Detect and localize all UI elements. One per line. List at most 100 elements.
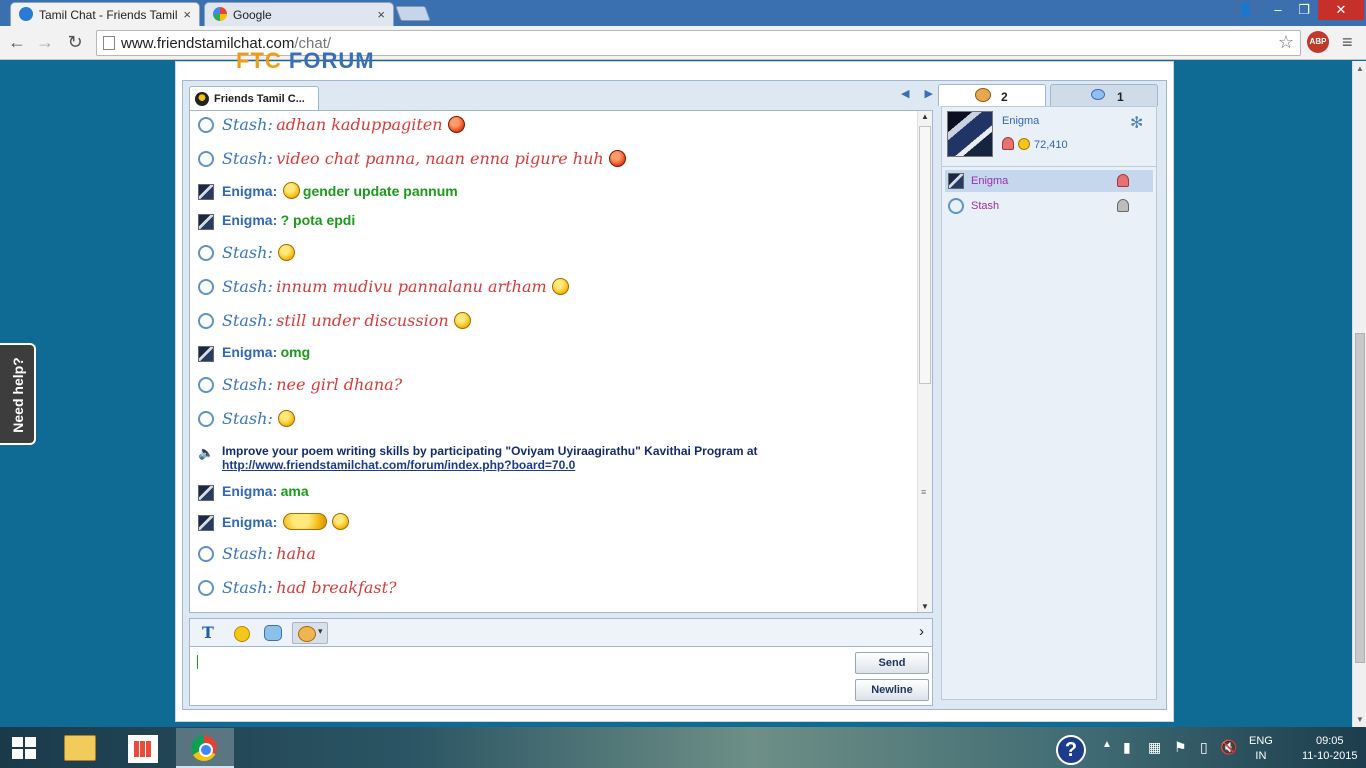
input-language[interactable]: ENG IN: [1249, 734, 1273, 764]
chrome-menu-icon[interactable]: ≡: [1342, 32, 1353, 53]
message-sender[interactable]: Enigma:: [222, 483, 277, 499]
scrollbar-thumb[interactable]: [1355, 333, 1365, 663]
message-sender[interactable]: Stash:: [222, 544, 273, 563]
reload-icon[interactable]: ↻: [64, 32, 86, 53]
send-button[interactable]: Send: [855, 652, 929, 674]
browser-tab-google[interactable]: Google ×: [204, 2, 394, 26]
message-sender[interactable]: Stash:: [222, 375, 273, 394]
action-center-icon[interactable]: ▦: [1148, 739, 1161, 756]
site-frame: FTC FORUM Friends Tamil C... ◀ ▶ Stash: …: [175, 48, 1174, 722]
user-profile-icon[interactable]: 👤: [1232, 0, 1260, 20]
adblock-plus-icon[interactable]: ABP: [1307, 31, 1329, 53]
coins-icon: [1018, 138, 1030, 150]
announcement-link[interactable]: http://www.friendstamilchat.com/forum/in…: [222, 458, 758, 472]
users-icon: [975, 88, 991, 102]
message-sender[interactable]: Stash:: [222, 277, 273, 296]
emoticon-icon[interactable]: [234, 626, 250, 642]
gear-icon[interactable]: ✻: [1130, 113, 1143, 133]
new-tab-button[interactable]: [395, 6, 431, 21]
bookmark-star-icon[interactable]: ☆: [1278, 32, 1294, 53]
stash-avatar-icon[interactable]: [198, 279, 214, 295]
message-sender[interactable]: Enigma:: [222, 344, 277, 360]
user-row-enigma[interactable]: Enigma: [945, 170, 1153, 192]
stash-avatar-icon[interactable]: [198, 377, 214, 393]
emoticon-icon: [453, 312, 471, 329]
stash-avatar-icon[interactable]: [198, 313, 214, 329]
tab-title: Tamil Chat - Friends Tamil: [39, 8, 178, 22]
female-gender-icon: [1117, 174, 1129, 187]
close-window-button[interactable]: ✕: [1318, 0, 1364, 20]
scroll-down-arrow-icon[interactable]: ▼: [1356, 715, 1364, 724]
message-body: Stash:: [222, 243, 296, 262]
avatar[interactable]: [947, 111, 993, 157]
gift-icon[interactable]: [264, 625, 282, 641]
tab-users[interactable]: 2: [938, 84, 1046, 106]
network-signal-icon[interactable]: ▮: [1123, 739, 1131, 756]
enigma-avatar-icon[interactable]: [198, 184, 214, 200]
emoticon-icon: [282, 182, 300, 199]
show-hidden-icons-chevron-icon[interactable]: ▲: [1102, 739, 1112, 750]
message-sender[interactable]: Stash:: [222, 243, 273, 262]
message-sender[interactable]: Stash:: [222, 149, 273, 168]
tab-scroll-arrows[interactable]: ◀ ▶: [901, 87, 939, 100]
enigma-avatar-icon[interactable]: [198, 346, 214, 362]
message-sender[interactable]: Stash:: [222, 311, 273, 330]
forward-arrow-icon[interactable]: →: [34, 32, 56, 53]
windows-start-icon[interactable]: [12, 737, 36, 759]
emoticon-icon: [278, 410, 296, 427]
user-name: Enigma: [971, 175, 1009, 187]
room-tab-label: Friends Tamil C...: [214, 93, 305, 105]
scroll-down-arrow-icon[interactable]: ▼: [921, 602, 929, 611]
help-icon[interactable]: ?: [1056, 735, 1086, 765]
enigma-avatar-icon[interactable]: [198, 214, 214, 230]
tab-title: Google: [233, 8, 272, 22]
message-sender[interactable]: Enigma:: [222, 514, 277, 530]
scroll-up-arrow-icon[interactable]: ▲: [1356, 64, 1364, 73]
maximize-button[interactable]: ❐: [1290, 0, 1318, 20]
message-text: gender update pannum: [302, 183, 458, 199]
flag-icon[interactable]: ⚑: [1174, 739, 1187, 756]
page-scrollbar[interactable]: ▲ ▼: [1352, 61, 1366, 727]
stash-avatar-icon[interactable]: [198, 117, 214, 133]
stash-avatar-icon[interactable]: [198, 580, 214, 596]
message-scrollbar[interactable]: ▲ ≡ ▼: [917, 111, 932, 612]
battery-icon[interactable]: ▯: [1200, 739, 1208, 756]
message-text: omg: [280, 344, 311, 360]
back-arrow-icon[interactable]: ←: [6, 32, 28, 53]
system-clock[interactable]: 09:05 11-10-2015: [1302, 734, 1357, 764]
chrome-taskbar-icon[interactable]: [176, 728, 234, 768]
file-explorer-icon[interactable]: [64, 735, 96, 761]
store-icon[interactable]: [128, 735, 158, 763]
chevron-right-icon[interactable]: ›: [919, 623, 924, 643]
volume-muted-icon[interactable]: 🔇: [1220, 739, 1237, 756]
enigma-avatar-icon[interactable]: [198, 515, 214, 531]
scroll-up-arrow-icon[interactable]: ▲: [921, 112, 929, 121]
message-list[interactable]: Stash: adhan kaduppagiten Stash: video c…: [189, 110, 933, 613]
message-sender[interactable]: Enigma:: [222, 212, 277, 228]
scrollbar-thumb[interactable]: [919, 126, 931, 384]
user-row-stash[interactable]: Stash: [945, 195, 1153, 217]
stash-avatar-icon[interactable]: [198, 546, 214, 562]
message-sender[interactable]: Stash:: [222, 115, 273, 134]
tab-private-chats[interactable]: 1: [1050, 84, 1158, 106]
room-tab-friends-tamil[interactable]: Friends Tamil C...: [189, 86, 319, 110]
enigma-avatar-icon[interactable]: [198, 485, 214, 501]
tab-close-icon[interactable]: ×: [183, 7, 191, 22]
message-sender[interactable]: Stash:: [222, 409, 273, 428]
stash-avatar-icon[interactable]: [198, 411, 214, 427]
more-emoticons-dropdown[interactable]: [292, 622, 328, 644]
online-user-list: Enigma Stash: [941, 166, 1157, 700]
tab-close-icon[interactable]: ×: [377, 7, 385, 22]
stash-avatar-icon[interactable]: [198, 245, 214, 261]
text-format-icon[interactable]: T: [202, 623, 214, 643]
need-help-button[interactable]: Need help?: [0, 343, 36, 445]
stash-avatar-icon[interactable]: [198, 151, 214, 167]
message-sender[interactable]: Stash:: [222, 578, 273, 597]
speaker-icon: 🔈: [198, 445, 215, 460]
browser-tab-tamil-chat[interactable]: Tamil Chat - Friends Tamil ×: [10, 2, 200, 26]
newline-button[interactable]: Newline: [855, 679, 929, 701]
emoticon-icon: [552, 278, 569, 295]
minimize-button[interactable]: –: [1264, 0, 1292, 20]
message-sender[interactable]: Enigma:: [222, 183, 277, 199]
message-input[interactable]: Send Newline: [189, 646, 933, 706]
